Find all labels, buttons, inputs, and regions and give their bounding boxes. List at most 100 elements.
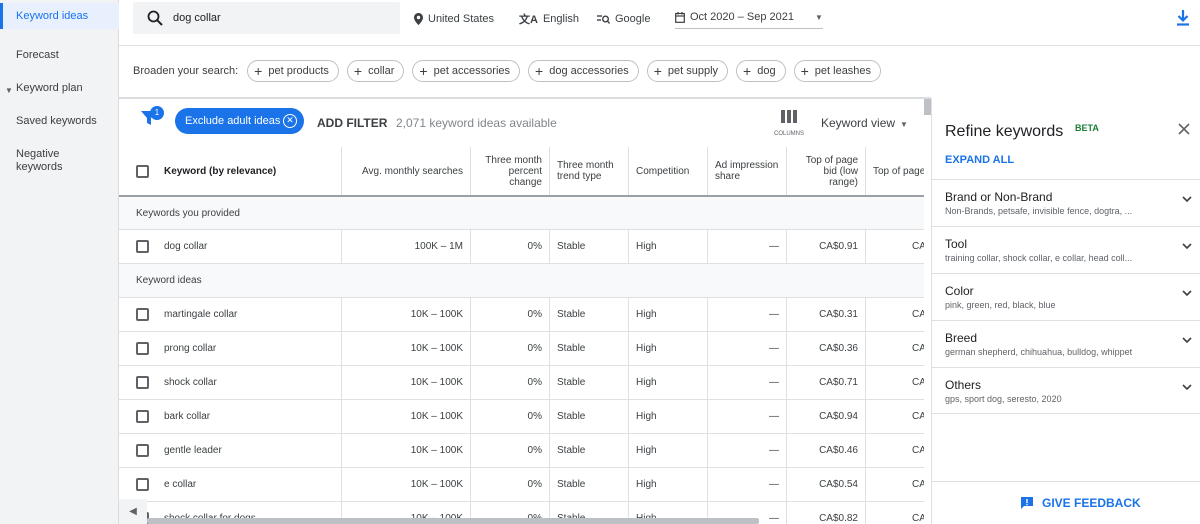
refine-item-color[interactable]: Color pink, green, red, black, blue bbox=[932, 273, 1200, 320]
broaden-chip[interactable]: + pet accessories bbox=[412, 60, 521, 82]
nav-item-saved-keywords[interactable]: Saved keywords bbox=[0, 115, 119, 128]
cell-value: 10K – 100K bbox=[410, 377, 463, 388]
nav-item-forecast[interactable]: Forecast bbox=[0, 49, 119, 62]
search-input[interactable]: dog collar bbox=[133, 2, 400, 34]
add-filter-button[interactable]: ADD FILTER bbox=[317, 116, 387, 130]
header-bid-high[interactable]: Top of page bid (high range) bbox=[866, 147, 924, 195]
cell-high: CA$1 bbox=[866, 366, 924, 399]
cell-change: 0% bbox=[471, 468, 550, 501]
search-value: dog collar bbox=[173, 12, 221, 24]
broaden-label: Broaden your search: bbox=[133, 65, 239, 77]
cell-trend: Stable bbox=[550, 298, 629, 331]
expand-all-button[interactable]: EXPAND ALL bbox=[945, 154, 1014, 166]
give-feedback-button[interactable]: GIVE FEEDBACK bbox=[1020, 496, 1141, 510]
refine-item-others[interactable]: Others gps, sport dog, seresto, 2020 bbox=[932, 367, 1200, 414]
cell-searches: 10K – 100K bbox=[342, 468, 471, 501]
cell-value: CA$0.94 bbox=[819, 411, 858, 422]
refine-item-brand[interactable]: Brand or Non-Brand Non-Brands, petsafe, … bbox=[932, 179, 1200, 226]
refine-title: Refine keywords bbox=[945, 123, 1064, 140]
broaden-chip[interactable]: + pet supply bbox=[646, 60, 729, 82]
refine-item-tool[interactable]: Tool training collar, shock collar, e co… bbox=[932, 226, 1200, 273]
refine-item-title: Color bbox=[945, 284, 974, 298]
cell-value: Stable bbox=[557, 445, 586, 456]
vertical-scrollbar[interactable] bbox=[924, 99, 931, 115]
row-checkbox[interactable] bbox=[136, 376, 149, 389]
cell-value: CA$0.36 bbox=[819, 343, 858, 354]
row-checkbox[interactable] bbox=[136, 308, 149, 321]
cell-high: CA$1 bbox=[866, 468, 924, 501]
keyword-view-select[interactable]: Keyword view ▼ bbox=[821, 116, 908, 130]
keyword-text: e collar bbox=[164, 479, 197, 490]
panel-divider bbox=[932, 481, 1200, 482]
nav-item-negative-keywords[interactable]: Negative keywords bbox=[0, 148, 80, 174]
horizontal-scrollbar[interactable] bbox=[147, 518, 759, 524]
chip-label: pet products bbox=[268, 65, 329, 77]
location-selector[interactable]: United States bbox=[414, 12, 494, 26]
cell-change: 0% bbox=[471, 332, 550, 365]
header-competition[interactable]: Competition bbox=[629, 147, 708, 195]
cell-value: High bbox=[636, 377, 657, 388]
header-three-month-change[interactable]: Three month percent change bbox=[471, 147, 550, 195]
beta-badge: BETA bbox=[1075, 123, 1099, 133]
cell-high: CA$1 bbox=[866, 332, 924, 365]
ideas-count-text: 2,071 keyword ideas available bbox=[396, 116, 557, 130]
broaden-chip[interactable]: + dog bbox=[736, 60, 786, 82]
cell-value: 10K – 100K bbox=[410, 479, 463, 490]
chevron-down-icon bbox=[1182, 384, 1192, 390]
nav-item-label: Keyword plan bbox=[16, 82, 83, 94]
cell-high: CA$1 bbox=[866, 400, 924, 433]
language-selector[interactable]: 文A English bbox=[519, 12, 579, 26]
select-all-checkbox[interactable] bbox=[136, 164, 149, 178]
table-row[interactable]: prong collar 10K – 100K 0% Stable High — CA$0.… bbox=[119, 332, 924, 366]
cell-value: — bbox=[769, 411, 779, 422]
table-row[interactable]: martingale collar 10K – 100K 0% Stable High —… bbox=[119, 298, 924, 332]
cell-value: — bbox=[769, 377, 779, 388]
header-keyword-cell[interactable]: Keyword (by relevance) bbox=[119, 147, 342, 195]
cell-value: Stable bbox=[557, 411, 586, 422]
chip-label: collar bbox=[368, 65, 395, 77]
row-checkbox[interactable] bbox=[136, 240, 149, 253]
broaden-chip[interactable]: + dog accessories bbox=[528, 60, 639, 82]
row-checkbox[interactable] bbox=[136, 444, 149, 457]
refine-item-title: Breed bbox=[945, 331, 978, 345]
broaden-chip[interactable]: + pet leashes bbox=[793, 60, 882, 82]
refine-item-subtitle: gps, sport dog, seresto, 2020 bbox=[945, 394, 1062, 404]
row-checkbox[interactable] bbox=[136, 410, 149, 423]
feedback-icon bbox=[1021, 497, 1033, 509]
header-impression-share[interactable]: Ad impression share bbox=[708, 147, 787, 195]
close-icon[interactable]: ✕ bbox=[283, 114, 297, 128]
date-range-selector[interactable]: Oct 2020 – Sep 2021 ▼ bbox=[675, 11, 823, 29]
table-row[interactable]: dog collar 100K – 1M 0% Stable High — CA$0.91 C… bbox=[119, 230, 924, 264]
table-row[interactable]: gentle leader 10K – 100K 0% Stable High — CA$0… bbox=[119, 434, 924, 468]
header-bid-low[interactable]: Top of page bid (low range) bbox=[787, 147, 866, 195]
chip-label: Exclude adult ideas bbox=[185, 115, 281, 127]
broaden-chip[interactable]: + collar bbox=[346, 60, 405, 82]
row-checkbox[interactable] bbox=[136, 478, 149, 491]
header-searches[interactable]: Avg. monthly searches bbox=[342, 147, 471, 195]
broaden-chip[interactable]: + pet products bbox=[247, 60, 339, 82]
columns-button[interactable]: COLUMNS bbox=[773, 110, 805, 137]
refine-item-breed[interactable]: Breed german shepherd, chihuahua, bulldo… bbox=[932, 320, 1200, 367]
cell-value: High bbox=[636, 479, 657, 490]
location-label: United States bbox=[428, 13, 495, 25]
header-keyword: Keyword (by relevance) bbox=[164, 165, 277, 177]
toolbar-divider bbox=[119, 97, 931, 99]
nav-item-keyword-plan[interactable]: ▼ Keyword plan bbox=[0, 82, 119, 95]
cell-high: CA$1 bbox=[866, 434, 924, 467]
table-row[interactable]: e collar 10K – 100K 0% Stable High — CA$0.54 CA… bbox=[119, 468, 924, 502]
plus-icon: + bbox=[653, 63, 662, 79]
row-checkbox[interactable] bbox=[136, 342, 149, 355]
network-selector[interactable]: Google bbox=[597, 12, 650, 26]
nav-item-keyword-ideas[interactable]: Keyword ideas bbox=[0, 3, 119, 29]
exclude-adult-ideas-chip[interactable]: Exclude adult ideas ✕ bbox=[175, 108, 304, 134]
cell-share: — bbox=[708, 230, 787, 263]
download-icon[interactable] bbox=[1176, 10, 1190, 31]
table-row[interactable]: shock collar 10K – 100K 0% Stable High — CA$0.… bbox=[119, 366, 924, 400]
scroll-left-button[interactable]: ◀ bbox=[119, 499, 147, 524]
header-trend-type[interactable]: Three month trend type bbox=[550, 147, 629, 195]
close-icon[interactable] bbox=[1178, 122, 1190, 140]
header-label: Three month trend type bbox=[557, 160, 614, 182]
cell-change: 0% bbox=[471, 400, 550, 433]
table-row[interactable]: bark collar 10K – 100K 0% Stable High — CA$0.9… bbox=[119, 400, 924, 434]
cell-low: CA$0.82 bbox=[787, 502, 866, 524]
